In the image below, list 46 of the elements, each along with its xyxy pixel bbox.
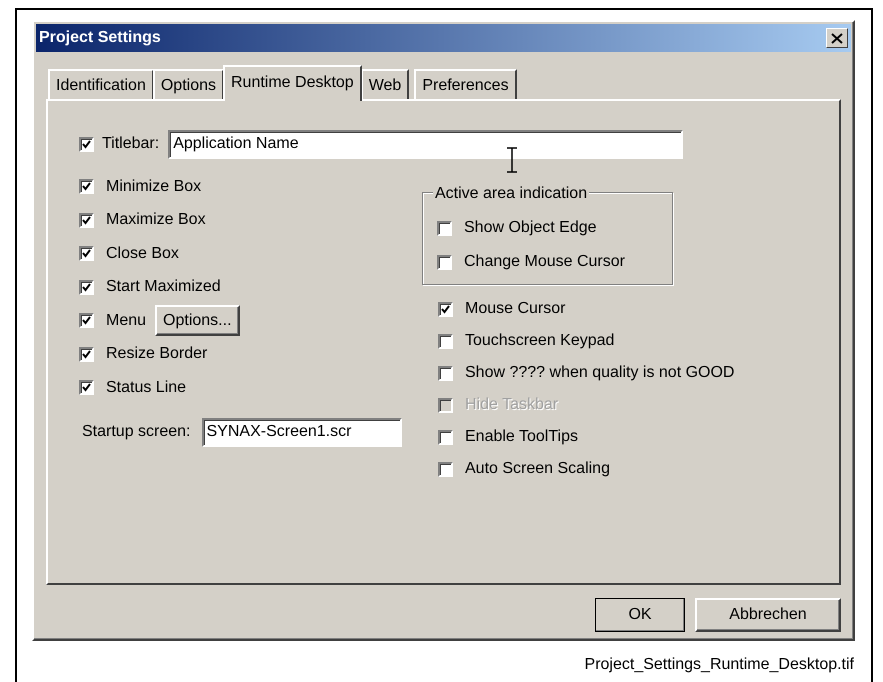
tab[interactable]: Preferences xyxy=(414,69,517,99)
checkbox[interactable] xyxy=(79,380,94,396)
checkbox-label: Menu xyxy=(106,310,146,331)
checkbox-label: Enable ToolTips xyxy=(465,427,578,447)
tab[interactable]: Options xyxy=(152,69,224,99)
checkbox-label: Status Line xyxy=(106,378,186,398)
checkbox-label: Maximize Box xyxy=(106,210,206,230)
tab[interactable]: Identification xyxy=(48,69,154,99)
ok-button[interactable]: OK xyxy=(595,598,685,632)
checkbox[interactable] xyxy=(438,366,453,380)
cancel-button[interactable]: Abbrechen xyxy=(695,598,841,632)
text-cursor-icon xyxy=(506,147,518,173)
field-label: Titlebar: xyxy=(102,134,160,154)
checkbox[interactable] xyxy=(437,254,452,270)
checkbox-label: Touchscreen Keypad xyxy=(465,331,614,351)
checkbox-label: Show ???? when quality is not GOOD xyxy=(465,363,734,383)
window-title: Project Settings xyxy=(39,28,161,48)
checkbox-label: Resize Border xyxy=(106,344,208,364)
checkbox[interactable] xyxy=(79,346,94,362)
checkbox-label: Close Box xyxy=(106,244,179,264)
checkbox-label: Minimize Box xyxy=(106,176,202,197)
checkbox[interactable] xyxy=(437,220,452,236)
close-button[interactable] xyxy=(826,28,848,48)
checkbox[interactable] xyxy=(79,212,94,228)
checkbox[interactable] xyxy=(79,280,94,295)
checkbox[interactable] xyxy=(79,136,94,152)
options-button[interactable]: Options... xyxy=(155,305,240,336)
text-field[interactable]: SYNAX-Screen1.scr xyxy=(202,418,402,446)
checkbox[interactable] xyxy=(438,430,453,444)
checkbox[interactable] xyxy=(438,302,453,316)
checkbox-label: Show Object Edge xyxy=(464,218,597,238)
checkbox[interactable] xyxy=(79,246,94,262)
tab[interactable]: Web xyxy=(360,69,410,99)
checkbox[interactable] xyxy=(438,462,453,476)
checkbox-label: Mouse Cursor xyxy=(465,299,566,319)
checkbox-label: Auto Screen Scaling xyxy=(465,459,610,479)
checkbox[interactable] xyxy=(79,179,94,194)
text-field[interactable]: Application Name xyxy=(168,130,684,158)
field-label: Startup screen: xyxy=(82,422,190,442)
close-icon xyxy=(831,32,843,44)
checkbox-label: Change Mouse Cursor xyxy=(464,252,625,272)
tab[interactable]: Runtime Desktop xyxy=(222,65,362,101)
figure-caption: Project_Settings_Runtime_Desktop.tif xyxy=(584,655,855,675)
checkbox[interactable] xyxy=(438,334,453,348)
checkbox[interactable] xyxy=(79,313,94,328)
checkbox-label: Start Maximized xyxy=(106,277,221,298)
